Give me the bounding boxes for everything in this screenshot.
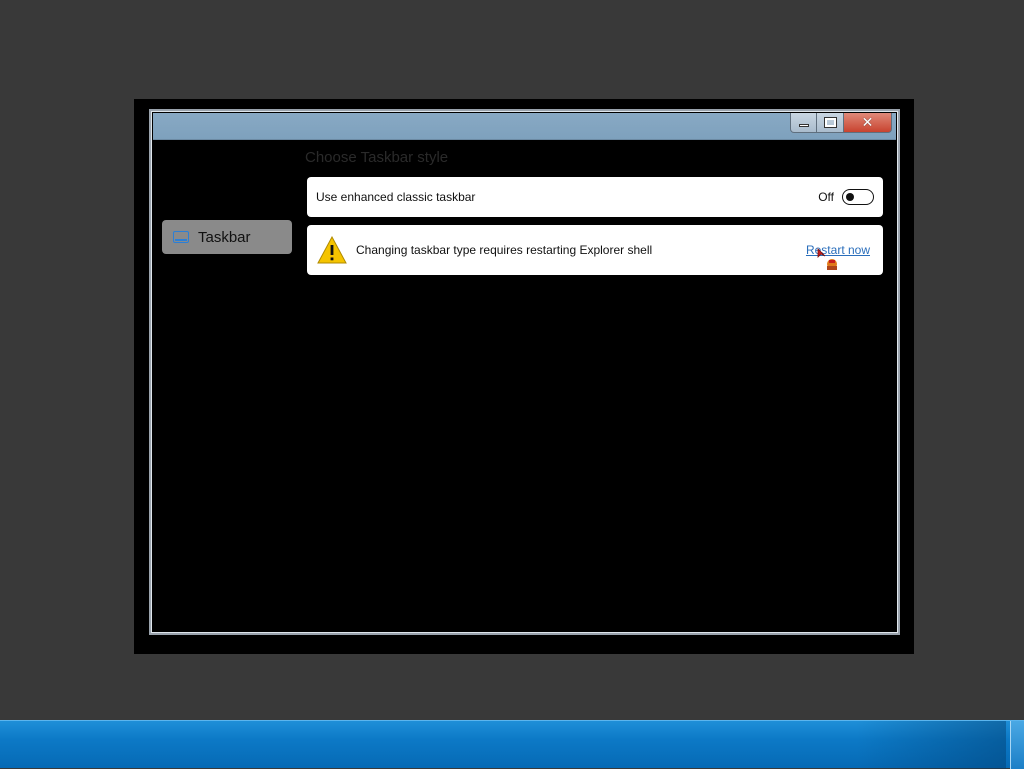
settings-window: ✕ Taskbar Choose Taskbar style Use enhan… bbox=[149, 109, 900, 635]
sidebar-item-taskbar[interactable]: Taskbar bbox=[162, 220, 292, 254]
sidebar-item-label: Taskbar bbox=[198, 228, 251, 246]
section-title: Choose Taskbar style bbox=[305, 149, 449, 166]
caption-buttons: ✕ bbox=[790, 113, 892, 133]
taskbar bbox=[0, 720, 1024, 769]
enhanced-taskbar-toggle[interactable] bbox=[842, 189, 874, 205]
toggle-state-text: Off bbox=[818, 190, 834, 204]
maximize-icon bbox=[823, 117, 837, 128]
minimize-button[interactable] bbox=[790, 113, 817, 133]
window-content: Taskbar Choose Taskbar style Use enhance… bbox=[153, 141, 896, 631]
setting-label: Use enhanced classic taskbar bbox=[316, 190, 476, 204]
taskbar-tray-area bbox=[856, 721, 1006, 769]
close-button[interactable]: ✕ bbox=[844, 113, 892, 133]
taskbar-icon bbox=[173, 231, 189, 243]
close-icon: ✕ bbox=[861, 114, 874, 131]
maximize-button[interactable] bbox=[817, 113, 844, 133]
title-bar[interactable]: ✕ bbox=[153, 113, 896, 140]
toggle-group: Off bbox=[818, 189, 874, 205]
enhanced-taskbar-setting-card: Use enhanced classic taskbar Off bbox=[307, 177, 883, 217]
mouse-cursor-icon bbox=[817, 248, 837, 270]
restart-warning-card: Changing taskbar type requires restartin… bbox=[307, 225, 883, 275]
minimize-icon bbox=[798, 124, 809, 127]
warning-message: Changing taskbar type requires restartin… bbox=[356, 243, 653, 257]
toggle-knob bbox=[846, 192, 854, 201]
warning-icon bbox=[317, 236, 347, 264]
show-desktop-button[interactable] bbox=[1010, 721, 1024, 769]
